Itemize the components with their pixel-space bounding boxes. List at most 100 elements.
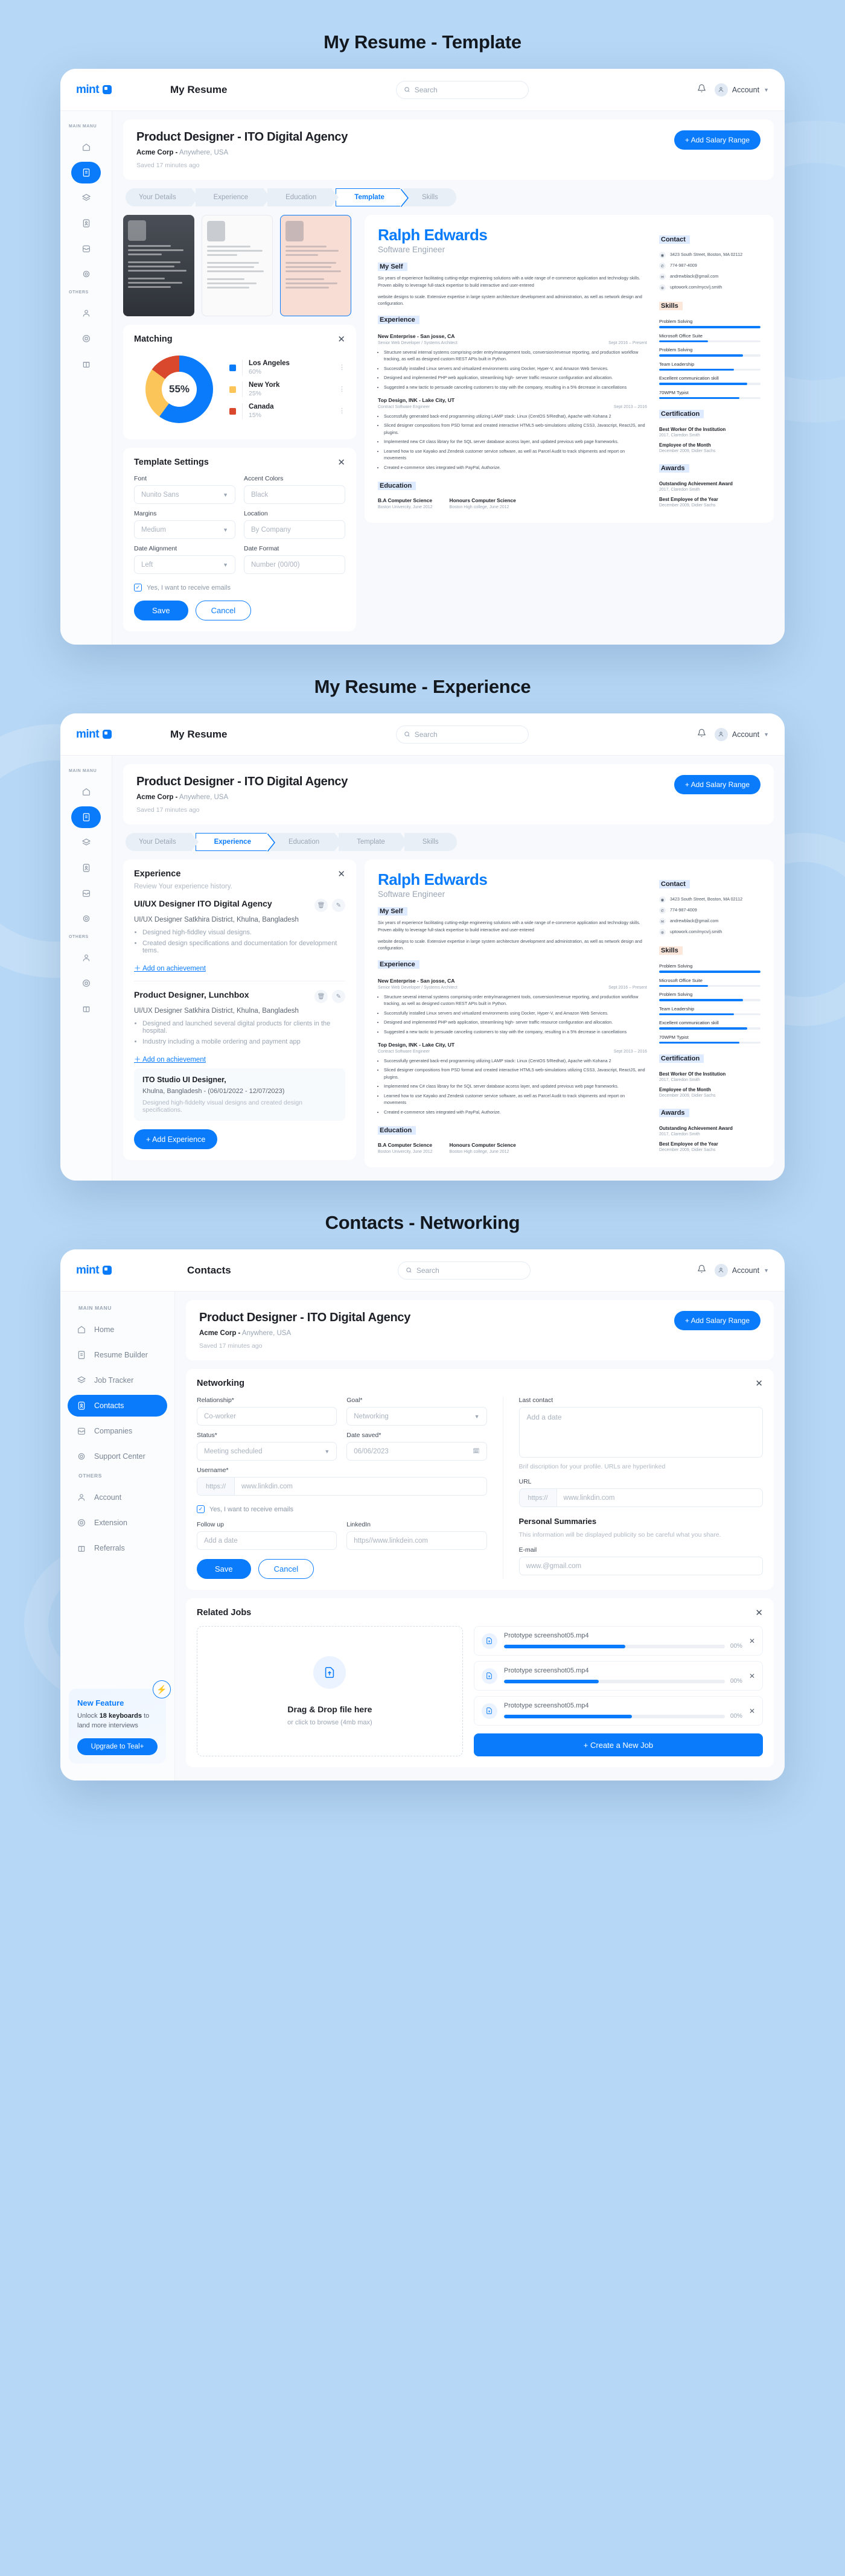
upgrade-button[interactable]: Upgrade to Teal+ xyxy=(77,1738,158,1756)
location-input[interactable]: By Company xyxy=(244,520,345,539)
add-salary-range-button[interactable]: + Add Salary Range xyxy=(674,130,760,150)
close-icon[interactable]: ✕ xyxy=(755,1608,763,1618)
kebab-menu-icon[interactable]: ⋮ xyxy=(339,386,345,392)
sidebar-item-extension[interactable]: Extension xyxy=(68,1512,167,1534)
last-contact-textarea[interactable]: Add a date xyxy=(518,1407,763,1458)
search-input[interactable]: Search xyxy=(397,1261,531,1280)
tab-skills[interactable]: Skills xyxy=(403,188,456,206)
sidebar-item-account[interactable]: Account xyxy=(68,1487,167,1508)
username-input[interactable]: https:// www.linkdin.com xyxy=(197,1477,487,1496)
sidebar-item-resume-builder[interactable] xyxy=(71,806,101,828)
close-icon[interactable]: ✕ xyxy=(755,1379,763,1388)
sidebar-item-companies[interactable] xyxy=(71,238,101,260)
create-new-job-button[interactable]: + Create a New Job xyxy=(473,1733,763,1757)
email-input[interactable]: www.@gmail.com xyxy=(518,1557,763,1576)
font-select[interactable]: Nunito Sans ▼ xyxy=(134,485,235,504)
save-button[interactable]: Save xyxy=(134,601,188,620)
template-thumb-3[interactable] xyxy=(280,215,351,316)
close-icon[interactable]: ✕ xyxy=(749,1707,755,1715)
sidebar-item-extension[interactable] xyxy=(71,972,101,994)
goal-select[interactable]: Networking ▼ xyxy=(346,1407,487,1426)
bell-icon[interactable] xyxy=(697,728,706,741)
close-icon[interactable]: ✕ xyxy=(749,1672,755,1680)
sidebar-item-support-center[interactable] xyxy=(71,263,101,285)
add-salary-range-button[interactable]: + Add Salary Range xyxy=(674,775,760,794)
linkedin-input[interactable]: https//www.linkdein.com xyxy=(346,1531,487,1551)
sidebar-item-contacts[interactable] xyxy=(71,857,101,879)
sidebar-item-account[interactable] xyxy=(71,302,101,324)
sidebar-item-support-center[interactable]: Support Center xyxy=(68,1446,167,1467)
date-saved-input[interactable]: 06/06/2023 🗓 xyxy=(346,1442,487,1461)
trash-icon[interactable]: 🗑 xyxy=(314,899,328,912)
sidebar-item-home[interactable] xyxy=(71,136,101,158)
sidebar-item-home[interactable] xyxy=(71,781,101,803)
tab-template[interactable]: Template xyxy=(336,188,400,206)
tab-education[interactable]: Education xyxy=(270,833,342,851)
sidebar-item-contacts[interactable]: Contacts xyxy=(68,1395,167,1417)
resume-role: Software Engineer xyxy=(378,245,445,255)
sidebar-item-resume-builder[interactable] xyxy=(71,162,101,183)
relationship-input[interactable]: Co-worker xyxy=(197,1407,337,1426)
sidebar-item-companies[interactable] xyxy=(71,882,101,904)
cancel-button[interactable]: Cancel xyxy=(195,601,252,620)
add-salary-range-button[interactable]: + Add Salary Range xyxy=(674,1311,760,1331)
sidebar-item-job-tracker[interactable] xyxy=(71,187,101,209)
sidebar-item-home[interactable]: Home xyxy=(68,1319,167,1341)
url-input[interactable]: https:// www.linkdin.com xyxy=(518,1488,763,1508)
close-icon[interactable]: ✕ xyxy=(749,1637,755,1645)
pencil-icon[interactable]: ✎ xyxy=(332,990,345,1003)
app-logo[interactable]: mint xyxy=(76,728,167,741)
accent-colors-input[interactable]: Black xyxy=(244,485,345,504)
sidebar-item-companies[interactable]: Companies xyxy=(68,1420,167,1442)
sidebar-item-resume-builder[interactable]: Resume Builder xyxy=(68,1344,167,1366)
tab-skills[interactable]: Skills xyxy=(404,833,457,851)
date-format-input[interactable]: Number (00/00) xyxy=(244,555,345,574)
tab-your-details[interactable]: Your Details xyxy=(126,833,199,851)
trash-icon[interactable]: 🗑 xyxy=(314,990,328,1003)
add-achievement-link[interactable]: ＋ Add on achievement xyxy=(134,1054,206,1064)
search-input[interactable]: Search xyxy=(395,80,529,99)
account-menu[interactable]: Account ▼ xyxy=(714,727,769,741)
margins-select[interactable]: Medium ▼ xyxy=(134,520,235,539)
close-icon[interactable]: ✕ xyxy=(337,458,345,467)
date-alignment-select[interactable]: Left ▼ xyxy=(134,555,235,574)
bell-icon[interactable] xyxy=(697,84,706,96)
status-select[interactable]: Meeting scheduled ▼ xyxy=(197,1442,337,1461)
add-experience-button[interactable]: + Add Experience xyxy=(134,1129,218,1149)
sidebar-item-job-tracker[interactable]: Job Tracker xyxy=(68,1369,167,1391)
app-logo[interactable]: mint xyxy=(76,83,167,97)
close-icon[interactable]: ✕ xyxy=(337,870,345,879)
account-menu[interactable]: Account ▼ xyxy=(714,1263,769,1277)
tab-education[interactable]: Education xyxy=(267,188,339,206)
sidebar-item-account[interactable] xyxy=(71,947,101,969)
save-button[interactable]: Save xyxy=(197,1559,251,1580)
receive-emails-checkbox[interactable]: ✓ xyxy=(197,1505,205,1514)
file-dropzone[interactable]: Drag & Drop file here or click to browse… xyxy=(197,1626,463,1757)
sidebar-item-referrals[interactable] xyxy=(71,998,101,1019)
sidebar-item-support-center[interactable] xyxy=(71,908,101,929)
tab-your-details[interactable]: Your Details xyxy=(126,188,199,206)
sidebar-item-referrals[interactable] xyxy=(71,353,101,375)
tab-template[interactable]: Template xyxy=(339,833,407,851)
template-thumb-2[interactable] xyxy=(202,215,273,316)
tab-experience[interactable]: Experience xyxy=(195,188,270,206)
kebab-menu-icon[interactable]: ⋮ xyxy=(339,365,345,371)
kebab-menu-icon[interactable]: ⋮ xyxy=(339,408,345,414)
receive-emails-checkbox[interactable]: ✓ xyxy=(134,584,142,591)
bell-icon[interactable] xyxy=(697,1264,706,1277)
pencil-icon[interactable]: ✎ xyxy=(332,899,345,912)
app-logo[interactable]: mint xyxy=(76,1264,183,1277)
add-achievement-link[interactable]: ＋ Add on achievement xyxy=(134,963,206,973)
sidebar-item-contacts[interactable] xyxy=(71,212,101,234)
search-input[interactable]: Search xyxy=(395,725,529,744)
cancel-button[interactable]: Cancel xyxy=(258,1559,314,1580)
close-icon[interactable]: ✕ xyxy=(337,335,345,344)
legend-item: Canada 15% ⋮ xyxy=(229,400,345,422)
sidebar-item-extension[interactable] xyxy=(71,328,101,349)
followup-input[interactable]: Add a date xyxy=(197,1531,337,1551)
account-menu[interactable]: Account ▼ xyxy=(714,83,769,97)
sidebar-item-job-tracker[interactable] xyxy=(71,832,101,853)
tab-experience[interactable]: Experience xyxy=(195,833,267,851)
template-thumb-1[interactable] xyxy=(123,215,194,316)
sidebar-item-referrals[interactable]: Referrals xyxy=(68,1537,167,1559)
